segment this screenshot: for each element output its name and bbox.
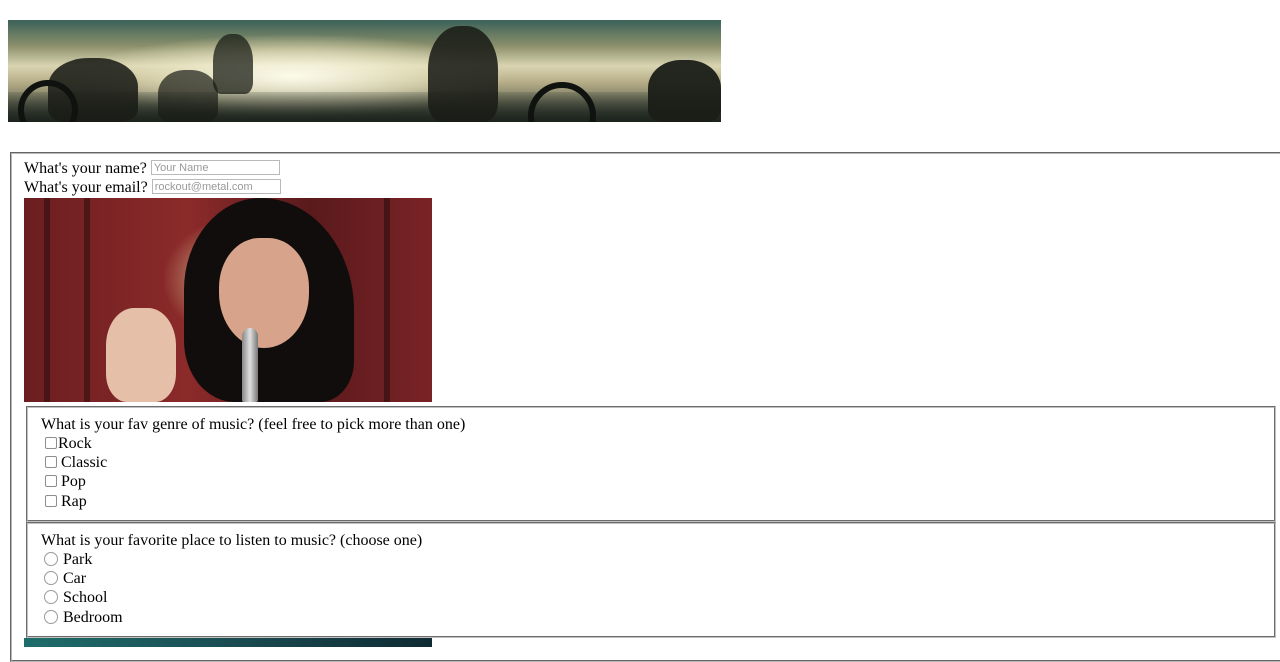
place-option-car[interactable]: Car xyxy=(43,569,86,588)
radio-button[interactable] xyxy=(44,590,58,604)
microphone-shape xyxy=(242,328,258,402)
place-question: What is your favorite place to listen to… xyxy=(41,532,423,549)
genre-option-label: Classic xyxy=(61,454,108,471)
genre-option-pop[interactable]: Pop xyxy=(43,472,86,491)
singer-image xyxy=(24,198,432,402)
genre-option-label: Pop xyxy=(61,473,86,490)
name-row: What's your name? xyxy=(24,159,280,178)
place-option-label: Bedroom xyxy=(63,609,123,626)
rider-silhouette xyxy=(428,26,498,122)
genre-option-rap[interactable]: Rap xyxy=(43,492,87,511)
checkbox[interactable] xyxy=(45,437,57,449)
genre-option-label: Rock xyxy=(58,435,92,452)
checkbox[interactable] xyxy=(45,495,57,507)
curtain-fold xyxy=(384,198,390,402)
curtain-fold xyxy=(84,198,90,402)
email-question: What's your email? xyxy=(24,179,148,196)
radio-button[interactable] xyxy=(44,552,58,566)
place-fieldset: What is your favorite place to listen to… xyxy=(26,522,1276,638)
rider-silhouette xyxy=(158,70,218,122)
banner-image xyxy=(8,20,721,122)
checkbox[interactable] xyxy=(45,456,57,468)
genre-option-label: Rap xyxy=(61,493,87,510)
radio-button[interactable] xyxy=(44,571,58,585)
genre-fieldset: What is your fav genre of music? (feel f… xyxy=(26,406,1276,522)
rider-silhouette xyxy=(213,34,253,94)
place-option-bedroom[interactable]: Bedroom xyxy=(43,608,123,627)
checkbox[interactable] xyxy=(45,475,57,487)
place-option-label: School xyxy=(63,589,108,606)
place-option-label: Park xyxy=(63,551,93,568)
curtain-fold xyxy=(44,198,50,402)
genre-option-classic[interactable]: Classic xyxy=(43,453,107,472)
name-question: What's your name? xyxy=(24,160,147,177)
bottom-image xyxy=(24,638,432,647)
place-option-park[interactable]: Park xyxy=(43,550,92,569)
place-option-school[interactable]: School xyxy=(43,588,107,607)
genre-option-rock[interactable]: Rock xyxy=(43,434,92,453)
genre-question: What is your fav genre of music? (feel f… xyxy=(41,416,466,433)
radio-button[interactable] xyxy=(44,610,58,624)
rider-silhouette xyxy=(648,60,721,122)
wheel-decoration xyxy=(528,82,596,122)
hand-shape xyxy=(106,308,176,402)
name-input[interactable] xyxy=(150,160,280,175)
email-row: What's your email? xyxy=(24,178,281,197)
place-option-label: Car xyxy=(63,570,87,587)
email-input[interactable] xyxy=(151,179,281,194)
face-shape xyxy=(219,238,309,348)
